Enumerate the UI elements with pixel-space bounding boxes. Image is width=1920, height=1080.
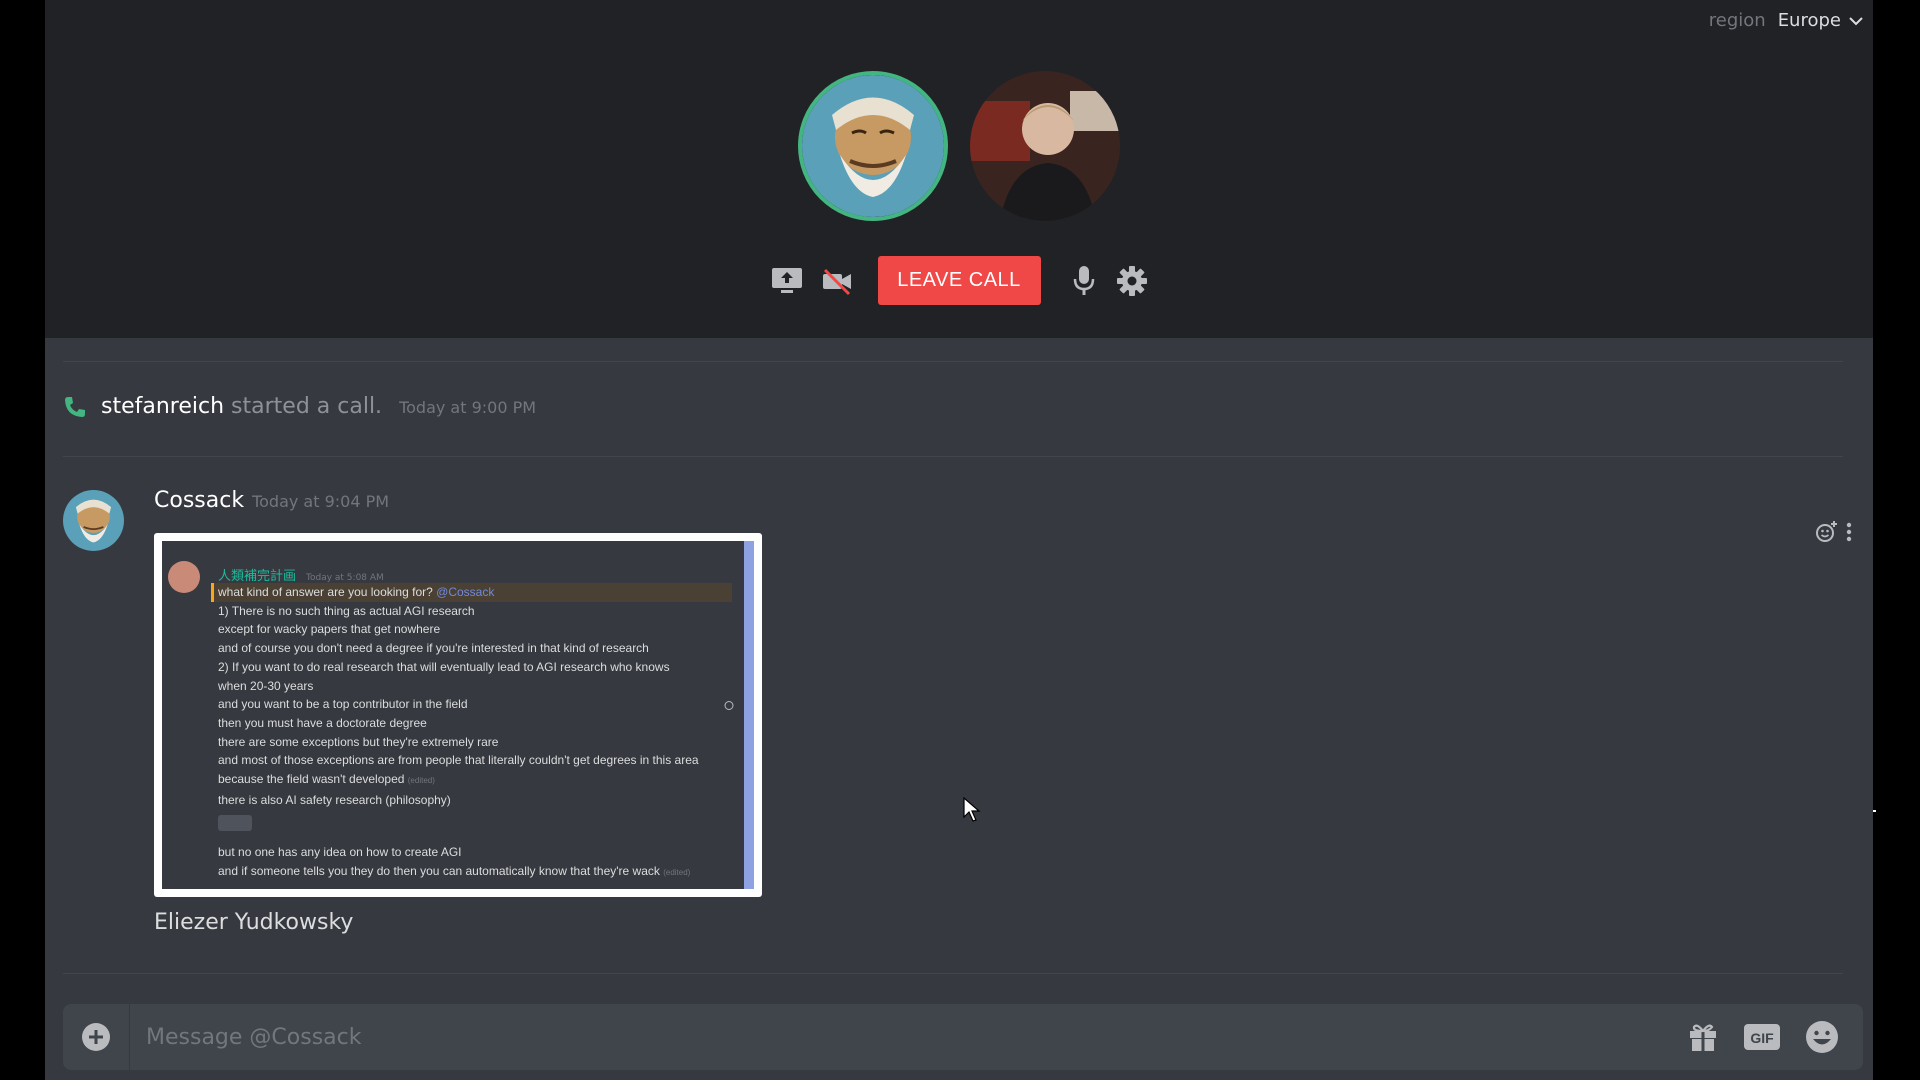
reaction-badge xyxy=(218,815,252,832)
message-actions xyxy=(1815,520,1853,544)
system-message-timestamp: Today at 9:00 PM xyxy=(399,398,537,417)
edited-label: (edited) xyxy=(407,776,435,786)
attachment-lines: what kind of answer are you looking for?… xyxy=(211,583,732,883)
screen-share-button[interactable] xyxy=(770,264,804,298)
list-item: and of course you don't need a degree if… xyxy=(218,641,649,656)
gear-icon xyxy=(1116,265,1147,296)
participant-avatar-cossack[interactable] xyxy=(798,71,948,221)
phone-icon xyxy=(65,396,85,417)
list-item: except for wacky papers that get nowhere xyxy=(218,622,441,637)
region-selector: region Europe xyxy=(1709,10,1863,31)
avatar-image xyxy=(802,75,944,217)
emoji-icon[interactable] xyxy=(1805,1020,1839,1054)
call-panel: region Europe LEAVE CALL xyxy=(45,0,1873,338)
message-composer: GIF xyxy=(63,1004,1863,1070)
call-settings-button[interactable] xyxy=(1115,264,1149,298)
gif-icon[interactable]: GIF xyxy=(1743,1023,1781,1051)
edge-marker xyxy=(1873,810,1876,812)
system-message-text: started a call. xyxy=(231,394,383,419)
line-text: and if someone tells you they do then yo… xyxy=(218,864,660,879)
system-message-call-started: stefanreich started a call. Today at 9:0… xyxy=(63,394,536,419)
region-dropdown[interactable]: Europe xyxy=(1778,10,1863,31)
add-reaction-icon[interactable] xyxy=(1815,520,1839,544)
mouse-cursor-icon xyxy=(963,797,981,822)
gift-icon[interactable] xyxy=(1687,1021,1719,1053)
list-item: and if someone tells you they do then yo… xyxy=(218,862,732,883)
more-options-icon[interactable] xyxy=(1845,521,1853,543)
avatar-image xyxy=(970,71,1120,221)
plus-circle-icon xyxy=(82,1023,110,1051)
participant-avatar-stefanreich[interactable] xyxy=(970,71,1120,221)
list-item: but no one has any idea on how to create… xyxy=(218,845,462,860)
list-item: there is also AI safety research (philos… xyxy=(218,792,451,807)
list-item: and you want to be a top contributor in … xyxy=(218,697,468,712)
message-text: Eliezer Yudkowsky xyxy=(154,910,354,935)
list-item: 2) If you want to do real research that … xyxy=(218,659,670,674)
microphone-icon xyxy=(1073,265,1094,295)
list-item: there are some exceptions but they're ex… xyxy=(218,734,499,749)
avatar-image xyxy=(63,490,124,551)
video-toggle-button[interactable] xyxy=(820,264,854,298)
divider xyxy=(63,973,1843,974)
divider xyxy=(63,456,1843,457)
upload-button[interactable] xyxy=(63,1004,130,1070)
svg-text:GIF: GIF xyxy=(1750,1030,1774,1046)
leave-call-button[interactable]: LEAVE CALL xyxy=(877,256,1041,305)
chevron-down-icon xyxy=(1849,16,1863,25)
list-item: and most of those exceptions are from pe… xyxy=(218,753,699,768)
list-item: then you must have a doctorate degree xyxy=(218,715,427,730)
message-timestamp: Today at 9:04 PM xyxy=(252,492,390,511)
list-item: 1) There is no such thing as actual AGI … xyxy=(218,603,475,618)
composer-icons: GIF xyxy=(1687,1020,1863,1054)
image-attachment[interactable]: 人類補完計画 Today at 5:08 AM what kind of ans… xyxy=(154,533,762,897)
call-participants xyxy=(798,71,1120,221)
microphone-button[interactable] xyxy=(1067,264,1101,298)
attachment-author: 人類補完計画 xyxy=(218,569,297,584)
attachment-message-header: 人類補完計画 Today at 5:08 AM xyxy=(218,565,384,584)
message-author[interactable]: Cossack xyxy=(154,488,244,513)
highlighted-line: what kind of answer are you looking for?… xyxy=(211,583,732,602)
highlight-text: what kind of answer are you looking for? xyxy=(218,585,433,599)
line-text: because the field wasn't developed xyxy=(218,772,405,787)
attachment-screenshot: 人類補完計画 Today at 5:08 AM what kind of ans… xyxy=(162,541,754,889)
dm-call-window: region Europe LEAVE CALL stefanreich sta… xyxy=(45,0,1873,1080)
divider xyxy=(63,361,1843,362)
message-author-avatar[interactable] xyxy=(63,490,124,551)
list-item: because the field wasn't developed (edit… xyxy=(218,770,732,791)
call-controls: LEAVE CALL xyxy=(45,256,1873,305)
mention: @Cossack xyxy=(436,585,495,599)
screen-share-icon xyxy=(771,267,802,293)
region-label: region xyxy=(1708,10,1766,31)
video-off-icon xyxy=(822,268,851,295)
message-header: Cossack Today at 9:04 PM xyxy=(154,488,389,513)
avatar xyxy=(168,561,200,593)
message-input[interactable] xyxy=(130,1023,1687,1051)
edited-label: (edited) xyxy=(663,868,691,878)
list-item: when 20-30 years xyxy=(218,678,314,693)
attachment-timestamp: Today at 5:08 AM xyxy=(306,573,384,583)
caller-username[interactable]: stefanreich xyxy=(101,394,224,419)
region-value: Europe xyxy=(1777,10,1841,31)
